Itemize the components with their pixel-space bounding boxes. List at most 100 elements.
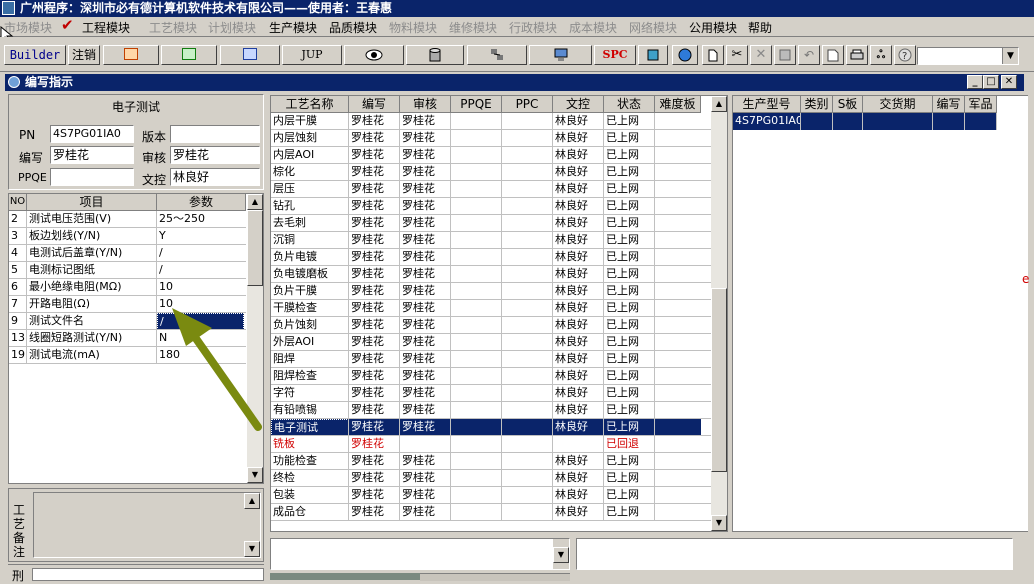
process-cell[interactable]: 已上网 <box>604 402 655 419</box>
process-cell[interactable]: 已上网 <box>604 385 655 402</box>
globe-button[interactable] <box>672 45 698 65</box>
param-item[interactable]: 板边划线(Y/N) <box>27 228 157 245</box>
process-cell[interactable] <box>655 436 701 453</box>
param-value[interactable]: 10 <box>157 296 244 313</box>
process-cell[interactable]: 罗桂花 <box>400 198 451 215</box>
delete-button[interactable]: ✕ <box>750 45 772 65</box>
process-cell[interactable]: 已上网 <box>604 198 655 215</box>
process-cell[interactable] <box>451 436 502 453</box>
menu-engineering[interactable]: 工程模块 <box>82 19 130 36</box>
process-cell[interactable]: 罗桂花 <box>400 266 451 283</box>
process-scrollbar[interactable]: ▲ ▼ <box>711 96 727 531</box>
process-cell[interactable] <box>502 232 553 249</box>
process-cell[interactable]: 林良好 <box>553 470 604 487</box>
param-no[interactable]: 5 <box>9 262 27 279</box>
process-cell[interactable]: 功能检查 <box>271 453 349 470</box>
process-cell[interactable] <box>502 368 553 385</box>
powerpoint-button[interactable] <box>103 45 159 65</box>
process-cell[interactable]: 已上网 <box>604 113 655 130</box>
process-cell[interactable] <box>655 504 701 521</box>
process-cell[interactable] <box>655 317 701 334</box>
process-cell[interactable]: 罗桂花 <box>400 385 451 402</box>
process-cell[interactable] <box>502 351 553 368</box>
scroll-down-icon[interactable]: ▼ <box>244 541 260 557</box>
process-cell[interactable]: 罗桂花 <box>400 487 451 504</box>
process-cell[interactable] <box>502 147 553 164</box>
param-value[interactable]: / <box>157 245 244 262</box>
production-header[interactable]: 类别 <box>801 96 833 113</box>
process-cell[interactable] <box>451 266 502 283</box>
process-header[interactable]: 审核 <box>400 96 451 113</box>
param-no[interactable]: 6 <box>9 279 27 296</box>
network-button[interactable] <box>467 45 527 65</box>
version-field[interactable] <box>170 125 260 143</box>
param-item[interactable]: 电测标记图纸 <box>27 262 157 279</box>
excel-button[interactable] <box>161 45 217 65</box>
process-cell[interactable]: 层压 <box>271 181 349 198</box>
process-cell[interactable] <box>502 113 553 130</box>
scroll-down-icon[interactable]: ▼ <box>247 467 263 483</box>
chevron-down-icon[interactable]: ▼ <box>553 547 569 563</box>
param-no[interactable]: 19 <box>9 347 27 364</box>
process-cell[interactable]: 已上网 <box>604 504 655 521</box>
process-cell[interactable] <box>451 147 502 164</box>
middle-note-input[interactable]: ▼ <box>270 538 570 570</box>
process-cell[interactable] <box>451 317 502 334</box>
process-cell[interactable] <box>451 453 502 470</box>
process-cell[interactable]: 林良好 <box>553 113 604 130</box>
param-item[interactable]: 开路电阻(Ω) <box>27 296 157 313</box>
process-cell[interactable]: 终检 <box>271 470 349 487</box>
process-cell[interactable] <box>451 113 502 130</box>
process-cell[interactable]: 罗桂花 <box>349 249 400 266</box>
process-cell[interactable]: 林良好 <box>553 164 604 181</box>
param-value[interactable]: 180 <box>157 347 244 364</box>
process-cell[interactable]: 罗桂花 <box>400 453 451 470</box>
process-header[interactable]: 工艺名称 <box>271 96 349 113</box>
param-header-no[interactable]: NO <box>9 194 27 211</box>
process-cell[interactable] <box>502 300 553 317</box>
process-cell[interactable]: 已上网 <box>604 419 655 436</box>
toolbar-combo[interactable]: ▼ <box>917 47 1019 65</box>
process-cell[interactable]: 已上网 <box>604 487 655 504</box>
process-cell[interactable]: 已上网 <box>604 130 655 147</box>
undo-button[interactable]: ↶ <box>798 45 820 65</box>
writer-field[interactable]: 罗桂花 <box>50 146 134 164</box>
process-cell[interactable] <box>451 487 502 504</box>
process-cell[interactable]: 罗桂花 <box>349 470 400 487</box>
scroll-up-icon[interactable]: ▲ <box>247 194 263 210</box>
doc-control-field[interactable]: 林良好 <box>170 168 260 186</box>
help-button[interactable]: ? <box>894 45 916 65</box>
param-item[interactable]: 测试文件名 <box>27 313 157 330</box>
production-cell[interactable] <box>801 113 833 130</box>
process-cell[interactable]: 字符 <box>271 385 349 402</box>
scroll-thumb[interactable] <box>711 288 727 472</box>
process-header[interactable]: 状态 <box>604 96 655 113</box>
process-cell[interactable]: 包装 <box>271 487 349 504</box>
process-cell[interactable]: 罗桂花 <box>400 300 451 317</box>
process-cell[interactable]: 负片电镀 <box>271 249 349 266</box>
process-cell[interactable]: 罗桂花 <box>400 232 451 249</box>
process-cell[interactable]: 外层AOI <box>271 334 349 351</box>
process-header[interactable]: 文控 <box>553 96 604 113</box>
process-header[interactable]: PPQE <box>451 96 502 113</box>
menu-material[interactable]: 物料模块 <box>389 19 437 36</box>
param-value[interactable]: N <box>157 330 244 347</box>
process-cell[interactable] <box>655 113 701 130</box>
process-cell[interactable]: 林良好 <box>553 487 604 504</box>
process-cell[interactable]: 林良好 <box>553 402 604 419</box>
menu-production[interactable]: 生产模块 <box>269 19 317 36</box>
param-header-param[interactable]: 参数 <box>157 194 246 211</box>
production-cell[interactable] <box>863 113 933 130</box>
process-cell[interactable]: 林良好 <box>553 283 604 300</box>
process-cell[interactable] <box>451 368 502 385</box>
process-cell[interactable]: 林良好 <box>553 215 604 232</box>
param-no[interactable]: 3 <box>9 228 27 245</box>
process-cell[interactable]: 罗桂花 <box>400 402 451 419</box>
process-cell[interactable]: 林良好 <box>553 385 604 402</box>
process-cell[interactable]: 已回退 <box>604 436 655 453</box>
process-cell[interactable] <box>655 147 701 164</box>
process-cell[interactable] <box>502 317 553 334</box>
process-cell[interactable]: 已上网 <box>604 283 655 300</box>
process-cell[interactable]: 罗桂花 <box>349 283 400 300</box>
process-cell[interactable]: 林良好 <box>553 419 604 436</box>
